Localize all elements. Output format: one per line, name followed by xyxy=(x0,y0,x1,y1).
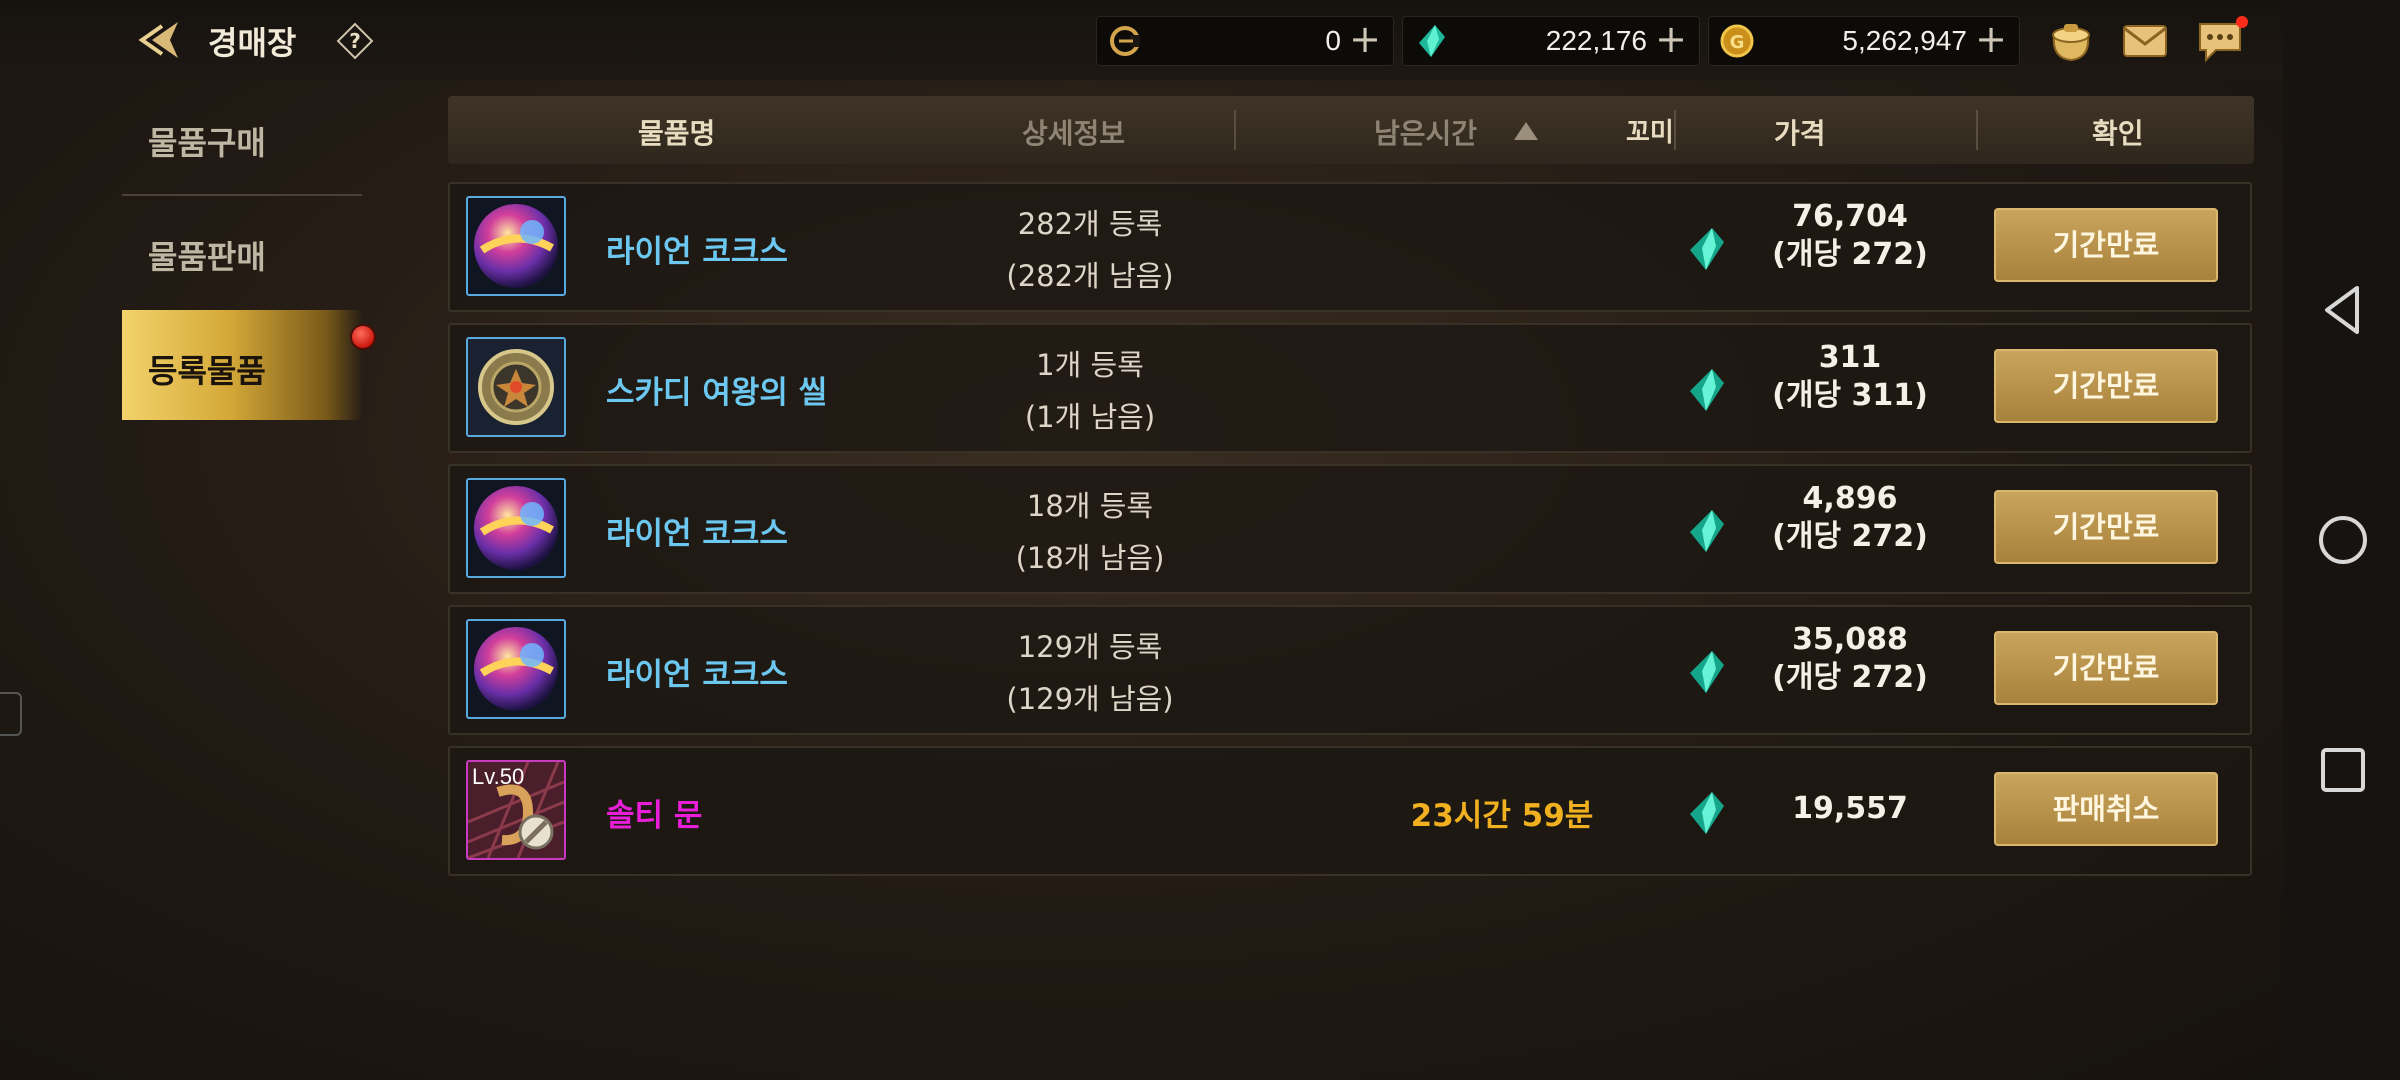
back-nav-icon[interactable] xyxy=(2313,280,2373,340)
gem-balance: 222,176 + xyxy=(1402,16,1700,66)
item-name: 라이언 코크스 xyxy=(606,516,788,552)
menu-sell-items-label: 물품판매 xyxy=(148,238,266,276)
table-row[interactable]: Lv.50 솔티 문 23시간 59분 19,557 판매취소 xyxy=(448,746,2252,876)
item-quantity: 18개 등록 (18개 남음) xyxy=(1015,489,1165,575)
green-gem-icon xyxy=(1419,25,1445,57)
menu-registered-items[interactable]: 등록물품 xyxy=(122,310,362,420)
item-price: 76,704 (개당 272) xyxy=(1772,199,1928,272)
header-divider xyxy=(1234,110,1236,150)
back-arrow-icon[interactable] xyxy=(138,16,188,64)
menu-buy-items[interactable]: 물품구매 xyxy=(122,82,362,192)
orb-item-icon xyxy=(466,478,566,578)
home-nav-icon[interactable] xyxy=(2313,510,2373,570)
item-name: 솔티 문 xyxy=(606,798,703,834)
bag-icon[interactable] xyxy=(2044,14,2098,66)
table-row[interactable]: 라이언 코크스 282개 등록 (282개 남음) 76,704 (개당 272) … xyxy=(448,182,2252,312)
notification-dot xyxy=(350,324,376,350)
table-header: 물품명 상세정보 남은시간 꼬미 가격 확인 xyxy=(448,96,2254,164)
expired-button[interactable]: 기간만료 xyxy=(1994,208,2218,282)
menu-buy-items-label: 물품구매 xyxy=(148,124,266,162)
cancel-sale-button[interactable]: 판매취소 xyxy=(1994,772,2218,846)
orb-item-icon xyxy=(466,196,566,296)
menu-sell-items[interactable]: 물품판매 xyxy=(122,196,362,306)
gold-balance: G 5,262,947 + xyxy=(1708,16,2020,66)
seal-item-icon xyxy=(466,337,566,437)
item-quantity: 129개 등록 (129개 남음) xyxy=(1006,630,1174,716)
item-name: 라이언 코크스 xyxy=(606,234,788,270)
gold-value: 5,262,947 xyxy=(1842,25,1967,56)
chat-icon[interactable] xyxy=(2194,14,2248,66)
table-row[interactable]: 라이언 코크스 18개 등록 (18개 남음) 4,896 (개당 272) 기간만… xyxy=(448,464,2252,594)
item-name: 스카디 여왕의 씰 xyxy=(606,375,828,411)
c-coin-value: 0 xyxy=(1325,25,1341,56)
item-price: 4,896 (개당 272) xyxy=(1772,481,1928,554)
expired-button[interactable]: 기간만료 xyxy=(1994,631,2218,705)
remaining-time: 23시간 59분 xyxy=(1410,798,1594,834)
header-divider xyxy=(1674,110,1676,150)
c-coin-balance: 0 + xyxy=(1096,16,1394,66)
add-gold-button[interactable]: + xyxy=(1975,19,2007,59)
gold-coin-icon: G xyxy=(1720,24,1754,58)
header-divider xyxy=(1976,110,1978,150)
expired-button[interactable]: 기간만료 xyxy=(1994,490,2218,564)
item-quantity: 1개 등록 (1개 남음) xyxy=(1024,348,1156,434)
page-title: 경매장 xyxy=(208,24,297,62)
column-sort-label[interactable]: 꼬미 xyxy=(1626,112,1674,149)
item-price: 19,557 xyxy=(1792,791,1908,826)
item-name: 라이언 코크스 xyxy=(606,657,788,693)
sort-up-icon[interactable] xyxy=(1512,120,1540,142)
svg-text:G: G xyxy=(1730,32,1745,53)
menu-registered-items-label: 등록물품 xyxy=(148,352,266,390)
column-name[interactable]: 물품명 xyxy=(638,112,715,152)
table-row[interactable]: 라이언 코크스 129개 등록 (129개 남음) 35,088 (개당 272) … xyxy=(448,605,2252,735)
system-nav-bar xyxy=(2283,0,2400,1080)
table-row[interactable]: 스카디 여왕의 씰 1개 등록 (1개 남음) 311 (개당 311) 기간만료 xyxy=(448,323,2252,453)
column-remaining-time[interactable]: 남은시간 xyxy=(1374,112,1477,152)
item-price: 311 (개당 311) xyxy=(1772,340,1928,413)
item-quantity: 282개 등록 (282개 남음) xyxy=(1006,207,1174,293)
column-confirm: 확인 xyxy=(2092,117,2144,150)
add-gem-button[interactable]: + xyxy=(1655,19,1687,59)
item-price: 35,088 (개당 272) xyxy=(1772,622,1928,695)
recents-nav-icon[interactable] xyxy=(2313,740,2373,800)
item-level: Lv.50 xyxy=(472,764,525,789)
help-icon[interactable]: ? xyxy=(336,22,374,60)
side-handle[interactable] xyxy=(0,692,22,736)
c-coin-icon xyxy=(1110,26,1140,56)
mail-icon[interactable] xyxy=(2118,14,2172,66)
svg-text:?: ? xyxy=(349,29,361,53)
top-bar: 경매장 ? 0 + 222,176 + G 5,262,947 + xyxy=(0,0,2283,80)
orb-item-icon xyxy=(466,619,566,719)
expired-button[interactable]: 기간만료 xyxy=(1994,349,2218,423)
column-price[interactable]: 가격 xyxy=(1774,112,1826,152)
costume-item-icon: Lv.50 xyxy=(466,760,566,860)
add-c-coin-button[interactable]: + xyxy=(1349,19,1381,59)
column-detail[interactable]: 상세정보 xyxy=(1022,112,1125,152)
gem-value: 222,176 xyxy=(1545,25,1647,56)
